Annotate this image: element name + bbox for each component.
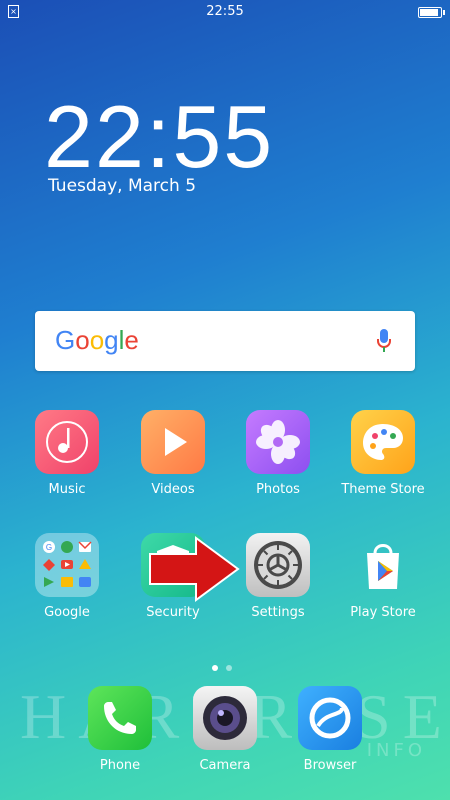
play-store-icon [351, 533, 415, 597]
status-bar: × 22:55 [0, 0, 450, 24]
app-play-store[interactable]: Play Store [338, 533, 428, 620]
page-indicator [212, 656, 240, 675]
app-photos[interactable]: Photos [233, 410, 323, 497]
play-icon [141, 410, 205, 474]
svg-text:G: G [46, 543, 52, 552]
browser-icon [298, 686, 362, 750]
lockscreen-clock: 22:55 [44, 87, 275, 186]
app-label: Photos [256, 482, 300, 497]
app-label: Security [146, 605, 200, 620]
page-dot[interactable] [226, 665, 232, 671]
app-label: Play Store [350, 605, 416, 620]
app-label: Camera [199, 758, 251, 773]
status-time: 22:55 [206, 4, 244, 19]
app-videos[interactable]: Videos [128, 410, 218, 497]
dock-camera[interactable]: Camera [180, 686, 270, 773]
google-logo: Google [55, 325, 139, 355]
app-music[interactable]: Music [22, 410, 112, 497]
camera-icon [193, 686, 257, 750]
dock-phone[interactable]: Phone [75, 686, 165, 773]
phone-icon [88, 686, 152, 750]
music-note-icon [35, 410, 99, 474]
mic-icon[interactable] [377, 329, 391, 353]
app-label: Browser [303, 758, 357, 773]
page-dot-active[interactable] [212, 665, 218, 671]
gear-icon [246, 533, 310, 597]
app-google-folder[interactable]: G Google [22, 533, 112, 620]
app-label: Google [44, 605, 90, 620]
red-arrow-annotation [149, 536, 240, 602]
app-settings[interactable]: Settings [233, 533, 323, 620]
google-search-bar[interactable]: Google [35, 311, 415, 371]
dock-browser[interactable]: Browser [285, 686, 375, 773]
app-theme-store[interactable]: Theme Store [338, 410, 428, 497]
app-label: Phone [99, 758, 141, 773]
app-label: Theme Store [341, 482, 425, 497]
app-label: Music [48, 482, 86, 497]
battery-icon [418, 7, 445, 18]
watermark-suffix: INFO [366, 740, 426, 761]
app-label: Videos [151, 482, 195, 497]
app-label: Settings [251, 605, 305, 620]
flower-icon [246, 410, 310, 474]
lockscreen-date: Tuesday, March 5 [48, 176, 197, 196]
palette-icon [351, 410, 415, 474]
google-folder-icon: G [35, 533, 99, 597]
